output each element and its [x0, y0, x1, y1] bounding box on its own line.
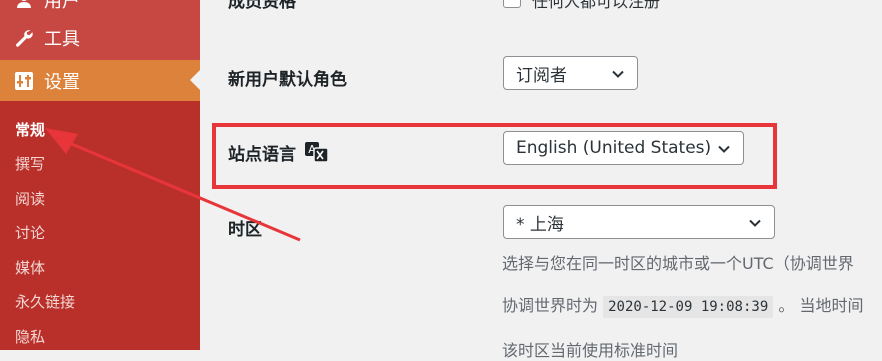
timezone-value: * 上海	[516, 214, 564, 235]
settings-sliders-icon	[12, 71, 36, 91]
timezone-select[interactable]: * 上海	[503, 205, 775, 239]
default-role-label: 新用户默认角色	[228, 70, 347, 90]
membership-label: 成员资格	[228, 0, 296, 12]
chevron-down-icon	[748, 215, 762, 235]
utc-time-line: 协调世界时为 2020-12-09 19:08:39 。 当地时间	[502, 292, 863, 318]
site-language-label: 站点语言	[228, 145, 296, 165]
sidebar-item-label: 用户	[44, 0, 80, 12]
submenu-permalinks[interactable]: 永久链接	[15, 291, 75, 312]
submenu-media[interactable]: 媒体	[15, 257, 45, 278]
submenu-general[interactable]: 常规	[15, 119, 45, 140]
utc-time-code: 2020-12-09 19:08:39	[603, 296, 774, 318]
admin-sidebar: 用户 工具 设置 常规 撰写 阅读 讨论 媒体 永久链接 隐私	[0, 0, 200, 350]
timezone-label: 时区	[228, 220, 262, 240]
user-icon	[12, 0, 36, 9]
sidebar-item-settings[interactable]: 设置	[0, 60, 200, 101]
wrench-icon	[12, 28, 36, 48]
submenu-reading[interactable]: 阅读	[15, 188, 45, 209]
active-menu-pointer	[190, 70, 200, 90]
translation-icon: A	[304, 141, 330, 167]
timezone-description: 选择与您在同一时区的城市或一个UTC（协调世界	[502, 254, 854, 273]
site-language-select[interactable]: English (United States)	[503, 131, 744, 165]
site-language-value: English (United States)	[516, 138, 712, 158]
submenu-writing[interactable]: 撰写	[15, 153, 45, 174]
anyone-can-register-checkbox[interactable]	[503, 0, 521, 8]
submenu-discussion[interactable]: 讨论	[15, 222, 45, 243]
chevron-down-icon	[717, 141, 731, 161]
sidebar-item-label: 设置	[44, 71, 80, 93]
timezone-dst-note: 该时区当前使用标准时间	[502, 341, 679, 360]
default-role-select[interactable]: 订阅者	[503, 56, 638, 90]
sidebar-item-label: 工具	[44, 29, 80, 50]
default-role-value: 订阅者	[516, 65, 567, 86]
settings-main: 成员资格 任何人都可以注册 新用户默认角色 订阅者 站点语言 A English…	[200, 0, 882, 360]
anyone-can-register-label: 任何人都可以注册	[532, 0, 661, 11]
sidebar-item-users[interactable]: 用户	[0, 0, 200, 19]
chevron-down-icon	[611, 66, 625, 86]
submenu-privacy[interactable]: 隐私	[15, 326, 45, 347]
sidebar-item-tools[interactable]: 工具	[0, 19, 200, 57]
